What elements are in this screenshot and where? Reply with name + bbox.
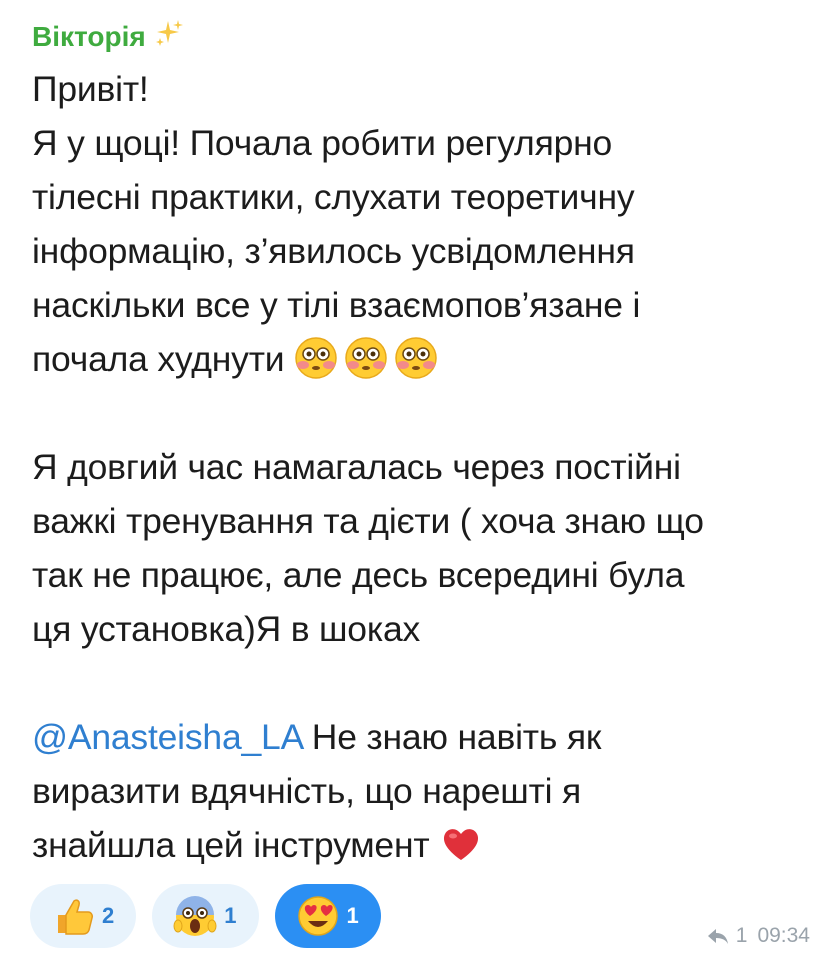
message-line: ця установка)Я в шоках — [32, 609, 421, 649]
flushed-face-icon — [295, 336, 337, 379]
message-line: тілесні практики, слухати теоретичну — [32, 177, 635, 217]
reaction-count: 1 — [346, 903, 359, 928]
message-line: так не працює, але десь всередині була — [32, 555, 685, 595]
screaming-face-icon — [173, 896, 217, 936]
flushed-face-icon — [395, 336, 437, 379]
thumbs-up-icon — [58, 899, 93, 935]
red-heart-icon — [444, 828, 479, 860]
message-line-text: знайшла цей інструмент — [32, 825, 430, 865]
sender-name[interactable]: Вікторія — [32, 18, 184, 55]
message-line: Привіт! — [32, 69, 149, 109]
message-line: виразити вдячність, що нарешті я — [32, 771, 582, 811]
reaction-count: 1 — [224, 903, 237, 928]
message-line-with-emoji: знайшла цей інструмент — [32, 818, 822, 872]
message-line: наскільки все у тілі взаємопов’язане і — [32, 285, 641, 325]
message-line: Я довгий час намагалась через постійні — [32, 447, 681, 487]
reaction-screaming[interactable]: 1 — [152, 884, 259, 948]
message-time: 09:34 — [757, 924, 810, 947]
message-line-text: почала худнути — [32, 339, 285, 379]
message-meta: 1 09:34 — [706, 924, 810, 948]
message-text: Привіт! Я у щоці! Почала робити регулярн… — [32, 62, 822, 872]
message-line-with-emoji: почала худнути — [32, 332, 822, 386]
message-bubble: Вікторія Привіт! Я у щоці! Почала робити… — [6, 4, 832, 954]
reply-count: 1 — [735, 924, 748, 947]
message-line: інформацію, з’явилось усвідомлення — [32, 231, 635, 271]
reaction-count: 2 — [102, 903, 115, 928]
message-line-with-mention: @Anasteisha_LA Не знаю навіть як — [32, 710, 822, 764]
message-line-text: Не знаю навіть як — [302, 717, 602, 757]
reaction-thumbs-up[interactable]: 2 — [30, 884, 137, 948]
user-mention-link[interactable]: @Anasteisha_LA — [32, 717, 302, 757]
sparkles-icon — [154, 18, 184, 55]
message-line: Я у щоці! Почала робити регулярно — [32, 123, 613, 163]
message-line: важкі тренування та дієти ( хоча знаю що — [32, 501, 704, 541]
heart-eyes-face-icon — [297, 896, 338, 936]
reply-arrow-icon[interactable] — [706, 927, 730, 945]
reaction-heart-eyes[interactable]: 1 — [274, 884, 381, 948]
sender-name-label: Вікторія — [32, 20, 146, 52]
flushed-face-icon — [345, 336, 387, 379]
reactions-bar: 2 1 1 — [30, 884, 381, 948]
